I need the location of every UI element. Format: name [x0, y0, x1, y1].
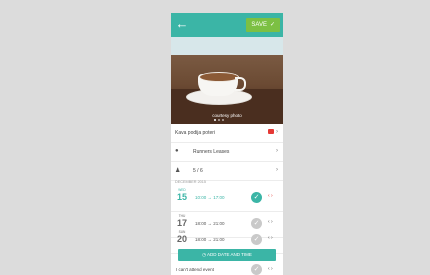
- day-number: 15: [176, 192, 187, 202]
- check-circle-icon[interactable]: ✓: [251, 234, 262, 245]
- time-range: 18:00 → 21:00: [195, 221, 225, 226]
- top-app-bar: ← SAVE ✓: [171, 13, 283, 37]
- add-date-button[interactable]: ◷ ADD DATE AND TIME: [178, 249, 276, 261]
- check-circle-icon[interactable]: ✓: [251, 264, 262, 275]
- reorder-arrows-icon[interactable]: ‹ ›: [268, 193, 273, 199]
- reorder-arrows-icon[interactable]: ‹ ›: [268, 235, 273, 241]
- flag-icon: [268, 129, 274, 134]
- carousel-dots[interactable]: [214, 119, 224, 121]
- chevron-right-icon: ›: [276, 167, 278, 173]
- cant-attend-row[interactable]: I can't attend event ✓ ‹ ›: [171, 264, 283, 275]
- chevron-right-icon: ›: [276, 129, 278, 135]
- cup-handle: [235, 77, 246, 91]
- date-badge: SUN 20: [175, 230, 189, 244]
- carousel-dot[interactable]: [222, 119, 224, 121]
- location-text: Runners Leases: [193, 149, 230, 155]
- phone-screen: ← SAVE ✓ courtesy photo Kava podija pote…: [171, 13, 283, 275]
- save-label: SAVE: [251, 22, 267, 28]
- cant-attend-label: I can't attend event: [176, 267, 214, 272]
- save-button[interactable]: SAVE ✓: [246, 18, 280, 32]
- event-photo: courtesy photo: [171, 37, 283, 124]
- dates-section-label: DECEMBER 2015: [175, 180, 207, 184]
- add-clock-icon: ◷: [202, 252, 207, 257]
- people-icon: ♟: [175, 168, 181, 174]
- add-date-label: ADD DATE AND TIME: [207, 252, 252, 257]
- attendees-row[interactable]: ♟ 5 / 6 ›: [171, 162, 283, 181]
- back-arrow-icon[interactable]: ←: [174, 16, 190, 32]
- reorder-arrows-icon[interactable]: ‹ ›: [268, 266, 273, 272]
- question-text: Kava podija poteri: [175, 130, 216, 136]
- date-row[interactable]: WED 15 10:00 → 17:00 ✓ ‹ ›: [171, 185, 283, 212]
- location-pin-icon: ●: [175, 148, 179, 154]
- day-number: 20: [176, 234, 187, 244]
- carousel-dot-active[interactable]: [214, 119, 216, 121]
- window-background: [171, 37, 283, 55]
- date-badge: THU 17: [175, 214, 189, 228]
- check-icon: ✓: [269, 22, 275, 28]
- question-row[interactable]: Kava podija poteri ›: [171, 124, 283, 143]
- photo-caption: courtesy photo: [212, 113, 242, 118]
- time-range: 18:00 → 21:00: [195, 237, 225, 242]
- attendees-count: 5 / 6: [193, 168, 203, 174]
- chevron-right-icon: ›: [276, 148, 278, 154]
- check-circle-icon[interactable]: ✓: [251, 192, 262, 203]
- date-badge: WED 15: [175, 188, 189, 202]
- reorder-arrows-icon[interactable]: ‹ ›: [268, 219, 273, 225]
- time-range: 10:00 → 17:00: [195, 195, 225, 200]
- carousel-dot[interactable]: [218, 119, 220, 121]
- location-row[interactable]: ● Runners Leases ›: [171, 143, 283, 162]
- coffee-surface: [199, 72, 239, 82]
